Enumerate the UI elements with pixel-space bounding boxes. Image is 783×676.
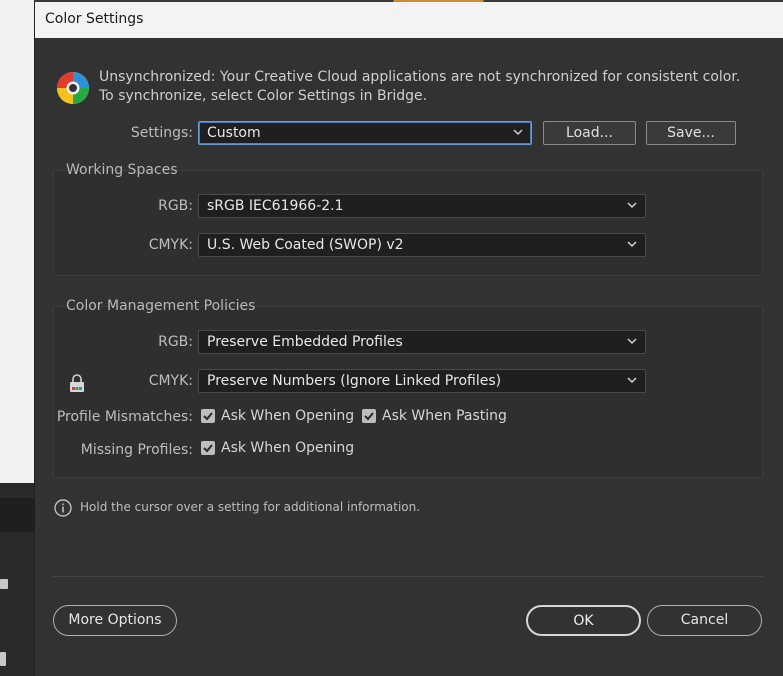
checkmark-icon: [203, 412, 213, 421]
chevron-down-icon: [513, 129, 523, 136]
ok-button[interactable]: OK: [526, 605, 641, 636]
policies-title: Color Management Policies: [66, 298, 256, 314]
chevron-down-icon: [627, 377, 637, 384]
sync-message-text: Unsynchronized: Your Creative Cloud appl…: [99, 69, 741, 104]
settings-select-value: Custom: [207, 125, 261, 141]
footer-divider: [53, 576, 763, 577]
policy-cmyk-value: Preserve Numbers (Ignore Linked Profiles…: [207, 373, 502, 389]
load-button[interactable]: Load...: [543, 121, 636, 145]
missing-profiles-label: Missing Profiles:: [80, 442, 193, 458]
background-handle-icon: [0, 579, 8, 589]
profile-mismatches-label: Profile Mismatches:: [56, 409, 193, 425]
ws-rgb-label: RGB:: [158, 198, 193, 214]
policy-rgb-label: RGB:: [158, 334, 193, 350]
ask-when-opening-checkbox[interactable]: [201, 409, 215, 423]
chevron-down-icon: [627, 241, 637, 248]
chevron-down-icon: [627, 202, 637, 209]
lock-icon: [70, 374, 84, 392]
chevron-down-icon: [627, 338, 637, 345]
dialog-title: Color Settings: [45, 11, 144, 27]
policy-rgb-select[interactable]: Preserve Embedded Profiles: [198, 330, 646, 354]
info-row: Hold the cursor over a setting for addit…: [53, 498, 653, 518]
info-icon: [54, 499, 72, 517]
policy-cmyk-select[interactable]: Preserve Numbers (Ignore Linked Profiles…: [198, 369, 646, 393]
checkmark-icon: [364, 412, 374, 421]
dialog-titlebar[interactable]: Color Settings: [35, 2, 783, 38]
info-text: Hold the cursor over a setting for addit…: [80, 500, 421, 514]
settings-select[interactable]: Custom: [198, 121, 532, 145]
missing-ask-when-opening-label[interactable]: Ask When Opening: [221, 440, 354, 456]
ws-cmyk-select[interactable]: U.S. Web Coated (SWOP) v2: [198, 233, 646, 257]
ws-rgb-value: sRGB IEC61966-2.1: [207, 198, 344, 214]
background-slider-icon: [0, 652, 6, 666]
working-spaces-group: [53, 170, 763, 276]
sync-message: Unsynchronized: Your Creative Cloud appl…: [55, 68, 755, 108]
settings-label: Settings:: [130, 125, 193, 141]
policy-rgb-value: Preserve Embedded Profiles: [207, 334, 403, 350]
policy-cmyk-label: CMYK:: [148, 373, 193, 389]
more-options-button[interactable]: More Options: [53, 605, 177, 636]
ws-rgb-select[interactable]: sRGB IEC61966-2.1: [198, 194, 646, 218]
checkmark-icon: [203, 444, 213, 453]
ask-when-pasting-checkbox[interactable]: [362, 409, 376, 423]
color-settings-dialog: Color Settings Unsynchronized: Your Crea…: [34, 2, 783, 676]
ask-when-pasting-label[interactable]: Ask When Pasting: [382, 408, 507, 424]
ws-cmyk-label: CMYK:: [148, 237, 193, 253]
missing-ask-when-opening-checkbox[interactable]: [201, 441, 215, 455]
ask-when-opening-label[interactable]: Ask When Opening: [221, 408, 354, 424]
creative-cloud-sync-icon: [57, 72, 89, 104]
working-spaces-title: Working Spaces: [66, 162, 178, 178]
cancel-button[interactable]: Cancel: [647, 605, 762, 636]
save-button[interactable]: Save...: [646, 121, 736, 145]
ws-cmyk-value: U.S. Web Coated (SWOP) v2: [207, 237, 404, 253]
